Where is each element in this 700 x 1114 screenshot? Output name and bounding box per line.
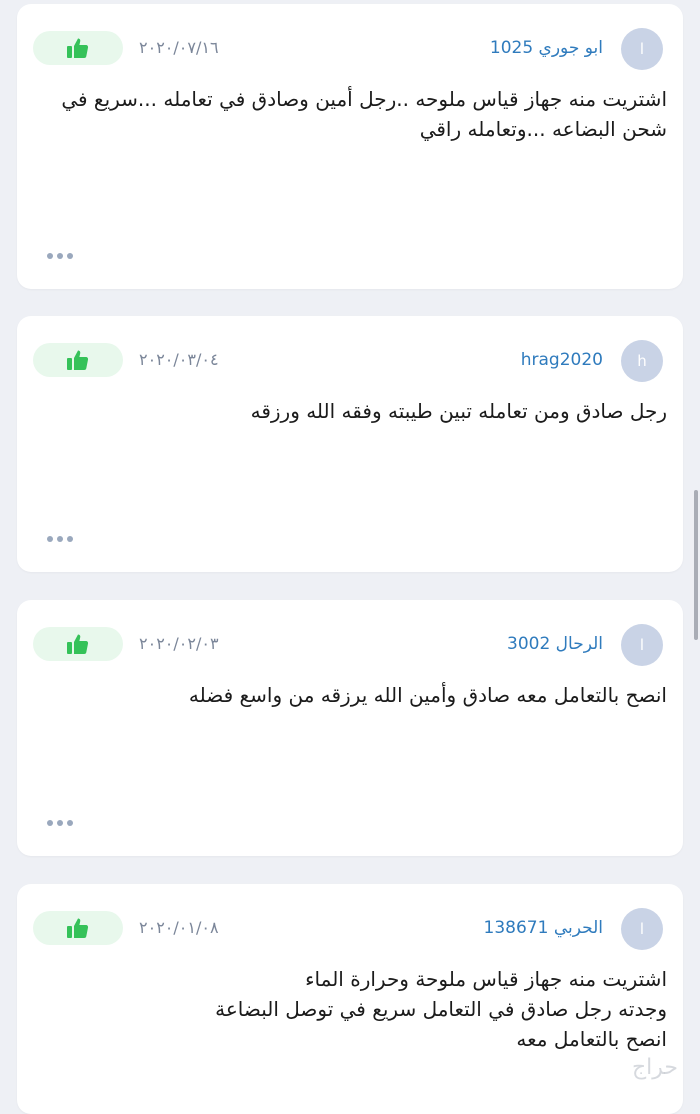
review-date: ٢٠٢٠/٠٢/٠٣ [139, 634, 219, 653]
avatar[interactable]: ا [621, 908, 663, 950]
review-text: انصح بالتعامل معه صادق وأمين الله يرزقه … [37, 680, 667, 710]
review-date: ٢٠٢٠/٠١/٠٨ [139, 918, 219, 937]
avatar[interactable]: ا [621, 28, 663, 70]
scrollbar-thumb[interactable] [694, 490, 698, 640]
review-line: انصح بالتعامل معه صادق وأمين الله يرزقه … [188, 683, 667, 707]
review-text: اشتريت منه جهاز قياس ملوحه ..رجل أمين وص… [37, 84, 667, 144]
more-dots-icon[interactable] [47, 253, 73, 259]
like-badge[interactable] [33, 911, 123, 945]
review-line: رجل صادق ومن تعامله تبين طيبته وفقه الله… [250, 399, 667, 423]
reviewer-username[interactable]: hrag2020 [521, 350, 603, 370]
review-text: اشتريت منه جهاز قياس ملوحة وحرارة الماء … [37, 964, 667, 1054]
like-badge[interactable] [33, 31, 123, 65]
thumbs-up-icon [67, 634, 89, 654]
more-dots-icon[interactable] [47, 536, 73, 542]
reviewer-username[interactable]: الحربي 138671 [484, 918, 603, 938]
review-date: ٢٠٢٠/٠٣/٠٤ [139, 350, 219, 369]
review-line: انصح بالتعامل معه [516, 1027, 667, 1051]
avatar[interactable]: ا [621, 624, 663, 666]
review-line: اشتريت منه جهاز قياس ملوحه ..رجل أمين وص… [61, 87, 667, 111]
more-dots-icon[interactable] [47, 820, 73, 826]
review-card: ا ابو جوري 1025 ٢٠٢٠/٠٧/١٦ اشتريت منه جه… [17, 4, 683, 289]
review-text: رجل صادق ومن تعامله تبين طيبته وفقه الله… [37, 396, 667, 426]
avatar[interactable]: h [621, 340, 663, 382]
review-card: ا الرحال 3002 ٢٠٢٠/٠٢/٠٣ انصح بالتعامل م… [17, 600, 683, 856]
review-line: شحن البضاعه ...وتعامله راقي [419, 117, 667, 141]
thumbs-up-icon [67, 350, 89, 370]
review-card: h hrag2020 ٢٠٢٠/٠٣/٠٤ رجل صادق ومن تعامل… [17, 316, 683, 572]
review-line: وجدته رجل صادق في التعامل سريع في توصل ا… [215, 997, 667, 1021]
review-card: ا الحربي 138671 ٢٠٢٠/٠١/٠٨ اشتريت منه جه… [17, 884, 683, 1114]
watermark-logo: حراج [631, 1055, 678, 1080]
like-badge[interactable] [33, 627, 123, 661]
reviewer-username[interactable]: ابو جوري 1025 [490, 38, 603, 58]
review-line: اشتريت منه جهاز قياس ملوحة وحرارة الماء [305, 967, 667, 991]
thumbs-up-icon [67, 38, 89, 58]
thumbs-up-icon [67, 918, 89, 938]
review-date: ٢٠٢٠/٠٧/١٦ [139, 38, 219, 57]
reviewer-username[interactable]: الرحال 3002 [507, 634, 603, 654]
like-badge[interactable] [33, 343, 123, 377]
